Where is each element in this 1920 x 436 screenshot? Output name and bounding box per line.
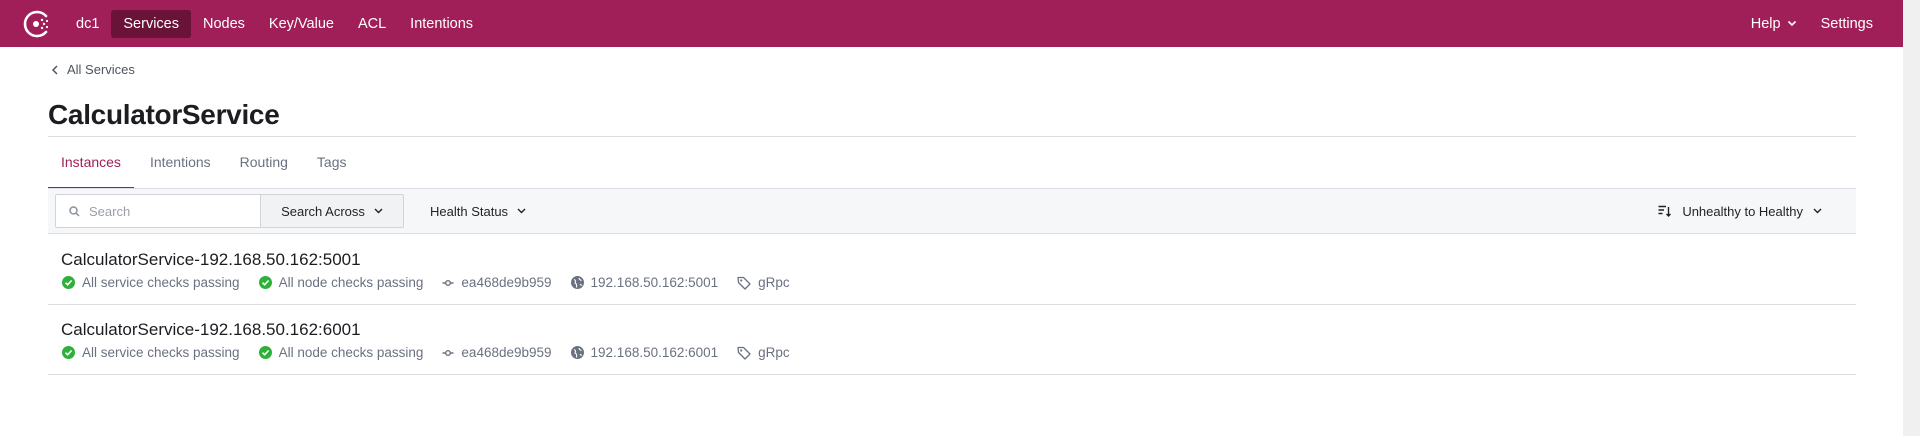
filter-bar: Search Across Health Status Unhealthy to… [48,189,1856,234]
node-icon [442,279,454,286]
tag-label: gRpc [758,275,790,290]
consul-logo-icon[interactable] [22,9,52,39]
search-across-dropdown[interactable]: Search Across [260,194,404,228]
list-item[interactable]: CalculatorService-192.168.50.162:6001 Al… [48,305,1856,375]
globe-icon [570,276,584,289]
list-item[interactable]: CalculatorService-192.168.50.162:5001 Al… [48,235,1856,305]
node-icon [442,349,454,356]
chevron-left-icon [52,64,58,75]
nav-item-services[interactable]: Services [111,9,191,38]
settings-link[interactable]: Settings [1821,16,1873,32]
service-checks-status: All service checks passing [62,275,240,290]
instance-meta: All service checks passing All node chec… [62,345,809,360]
service-checks-status: All service checks passing [62,345,240,360]
node-checks-status: All node checks passing [258,345,424,360]
search-icon [69,205,80,217]
node-name-label: ea468de9b959 [461,345,552,360]
breadcrumb[interactable]: All Services [52,62,135,77]
instance-tags: gRpc [737,275,790,290]
tab-instances[interactable]: Instances [48,137,134,189]
service-checks-label: All service checks passing [82,275,240,290]
tag-label: gRpc [758,345,790,360]
nav-item-acl[interactable]: ACL [346,10,398,38]
instance-address: 192.168.50.162:6001 [570,345,719,360]
chevron-down-icon [1787,20,1796,27]
page-title: CalculatorService [48,99,280,130]
tab-bar: Instances Intentions Routing Tags [48,137,363,189]
node-checks-label: All node checks passing [278,275,424,290]
main-nav: dc1 Services Nodes Key/Value ACL Intenti… [64,0,485,47]
chevron-down-icon [374,208,383,214]
nav-item-nodes[interactable]: Nodes [191,10,257,38]
search-input[interactable] [89,203,249,219]
nav-item-datacenter[interactable]: dc1 [64,10,111,38]
node-checks-status: All node checks passing [258,275,424,290]
tab-intentions[interactable]: Intentions [137,137,224,189]
sort-dropdown[interactable]: Unhealthy to Healthy [1658,194,1822,228]
nav-item-intentions[interactable]: Intentions [398,10,485,38]
instance-name-link[interactable]: CalculatorService-192.168.50.162:6001 [61,320,361,340]
check-circle-icon [62,276,75,289]
address-label: 192.168.50.162:5001 [590,275,719,290]
health-status-dropdown[interactable]: Health Status [430,194,526,228]
help-menu[interactable]: Help [1751,16,1797,32]
health-status-label: Health Status [430,203,509,219]
chevron-down-icon [517,208,526,214]
top-navigation-bar: dc1 Services Nodes Key/Value ACL Intenti… [0,0,1903,47]
node-checks-label: All node checks passing [278,345,424,360]
node-name: ea468de9b959 [442,275,552,290]
check-circle-icon [258,346,272,359]
chevron-down-icon [1813,208,1822,214]
address-label: 192.168.50.162:6001 [590,345,719,360]
search-across-label: Search Across [281,203,365,219]
globe-icon [570,346,584,359]
search-field[interactable] [55,194,260,228]
instance-address: 192.168.50.162:5001 [570,275,719,290]
check-circle-icon [62,346,75,359]
tag-icon [737,276,751,290]
tab-tags[interactable]: Tags [304,137,360,189]
nav-right: Help Settings [1751,0,1873,47]
instance-name-link[interactable]: CalculatorService-192.168.50.162:5001 [61,250,361,270]
instance-meta: All service checks passing All node chec… [62,275,809,290]
node-name: ea468de9b959 [442,345,552,360]
breadcrumb-all-services[interactable]: All Services [67,62,135,77]
check-circle-icon [258,276,272,289]
service-checks-label: All service checks passing [82,345,240,360]
tab-routing[interactable]: Routing [227,137,301,189]
sort-label: Unhealthy to Healthy [1682,203,1803,219]
sort-icon [1658,205,1672,217]
node-name-label: ea468de9b959 [461,275,552,290]
help-label: Help [1750,15,1781,32]
page: dc1 Services Nodes Key/Value ACL Intenti… [0,0,1920,436]
vertical-scrollbar[interactable] [1903,0,1920,436]
instance-tags: gRpc [737,345,790,360]
nav-item-key-value[interactable]: Key/Value [257,10,346,38]
tag-icon [737,346,751,360]
